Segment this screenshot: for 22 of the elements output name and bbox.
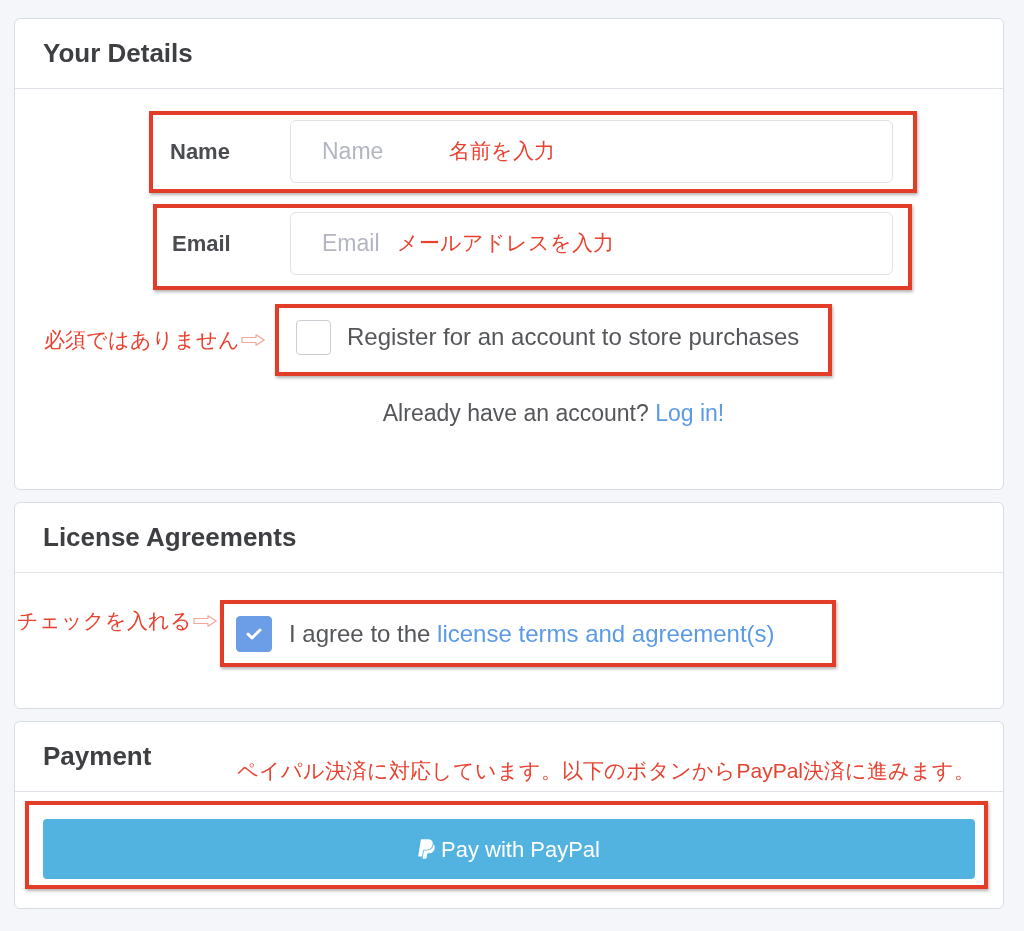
arrow-icon bbox=[193, 615, 217, 627]
field-label: Email bbox=[172, 230, 232, 258]
section-title: Your Details bbox=[43, 37, 193, 70]
paypal-icon bbox=[418, 838, 435, 860]
annotation-text: メールアドレスを入力 bbox=[397, 230, 614, 256]
section-title: License Agreements bbox=[43, 521, 297, 554]
checkbox-label: Register for an account to store purchases bbox=[347, 322, 800, 352]
login-link[interactable]: Log in! bbox=[655, 400, 725, 426]
annotation-text: チェックを入れる bbox=[17, 608, 192, 634]
agree-label: I agree to the license terms and agreement(s) bbox=[289, 618, 775, 649]
paypal-button[interactable]: Pay with PayPal bbox=[43, 819, 975, 879]
checkbox[interactable] bbox=[296, 319, 331, 355]
section-title: Payment bbox=[43, 740, 152, 773]
checkbox[interactable] bbox=[236, 615, 272, 652]
check-icon bbox=[246, 627, 262, 640]
annotation-text: 必須ではありません bbox=[44, 327, 240, 353]
annotation-text: 名前を入力 bbox=[449, 138, 555, 164]
field-label: Name bbox=[170, 138, 231, 166]
annotation-text: ペイパル決済に対応しています。以下のボタンからPayPal決済に進みます。 bbox=[237, 758, 975, 784]
arrow-icon bbox=[241, 334, 265, 346]
terms-link[interactable]: license terms and agreement(s) bbox=[437, 619, 775, 647]
login-prompt: Already have an account? Log in! bbox=[382, 399, 725, 427]
